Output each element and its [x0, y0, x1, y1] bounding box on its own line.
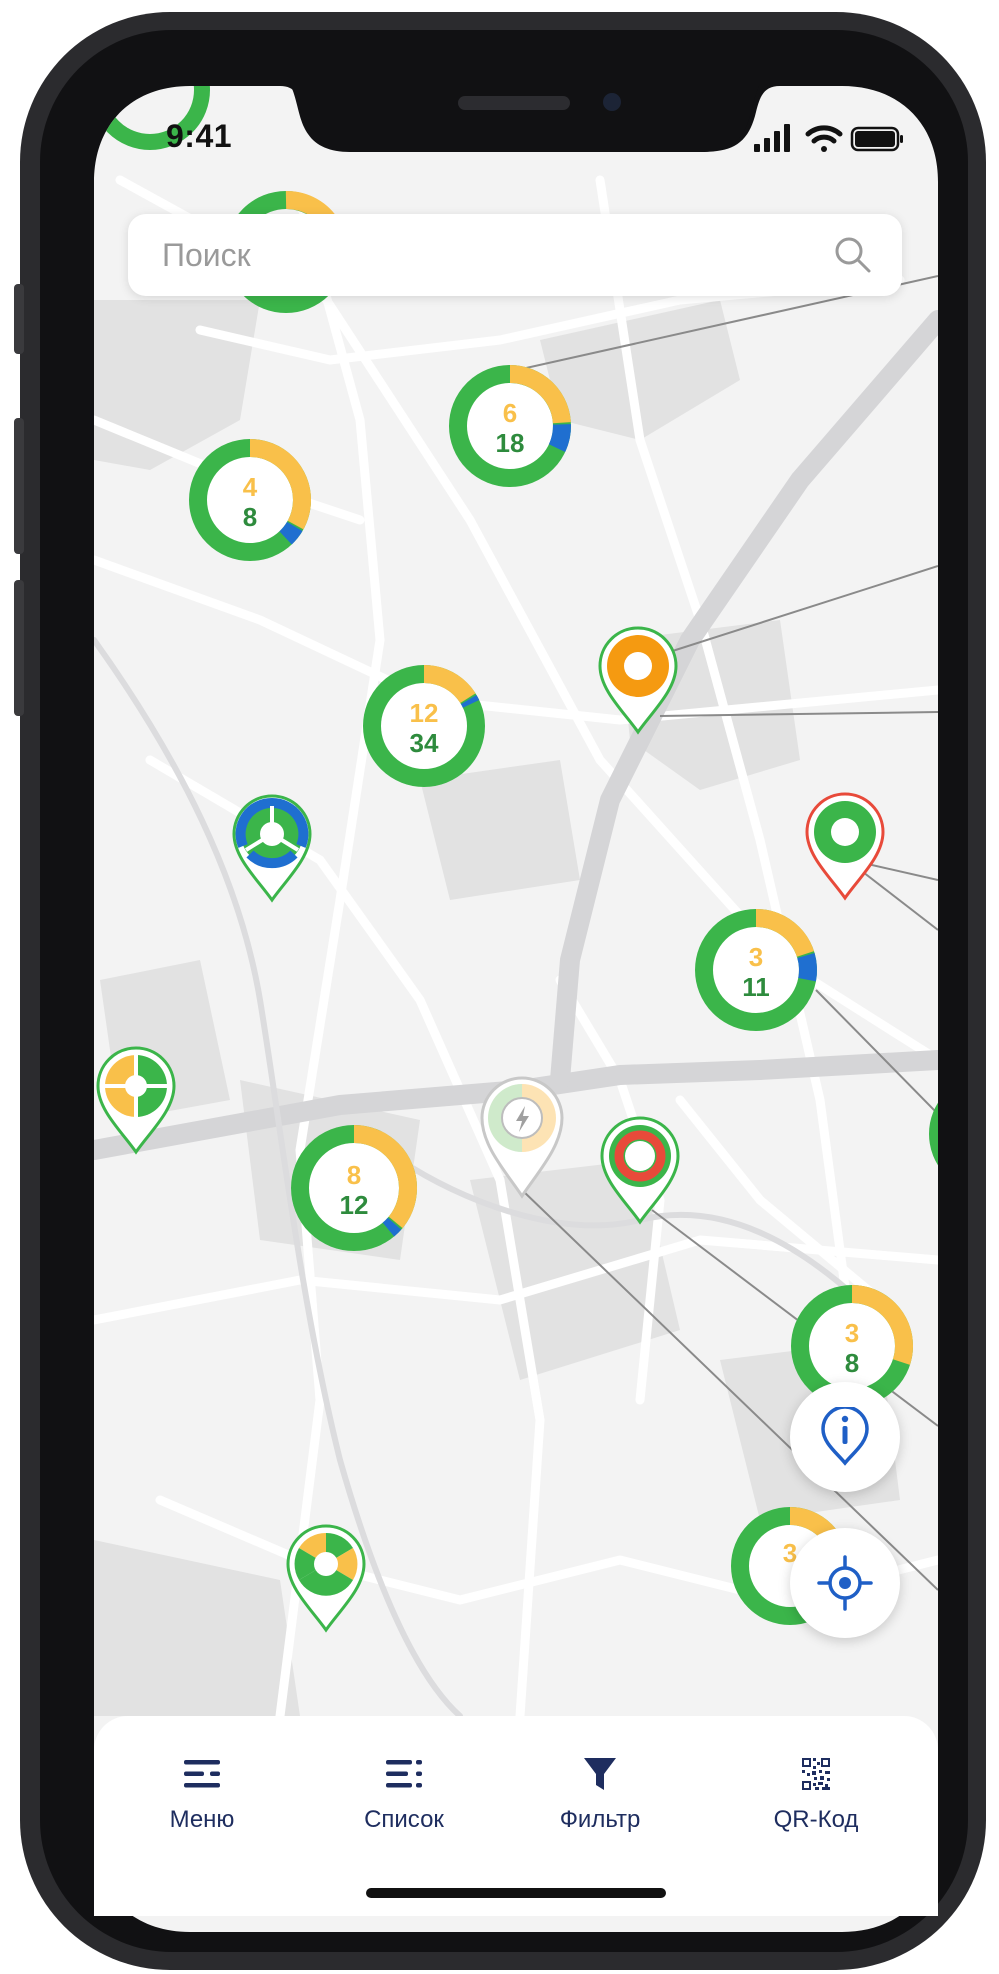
cluster-ring-charging	[382, 1217, 402, 1237]
cluster-total-count: 8	[845, 1348, 859, 1378]
cluster-busy-count: 8	[347, 1160, 361, 1190]
tab-menu-label: Меню	[169, 1806, 235, 1833]
cluster-busy-count: 6	[503, 398, 517, 428]
speaker-grille	[458, 96, 570, 110]
tab-list[interactable]: Список	[314, 1738, 494, 1848]
list-icon	[386, 1760, 422, 1788]
cluster-total-count: 34	[410, 728, 439, 758]
cluster-total-count: 12	[340, 1190, 369, 1220]
search-input[interactable]	[162, 232, 782, 278]
filter-icon	[584, 1758, 616, 1790]
cluster-total-count: 8	[243, 502, 257, 532]
cluster-marker[interactable]: 1234	[363, 665, 485, 787]
cluster-busy-count: 3	[749, 942, 763, 972]
tab-qr-code-label: QR-Код	[773, 1806, 859, 1833]
qr-code-icon	[801, 1757, 831, 1791]
side-button	[14, 580, 24, 716]
cluster-marker[interactable]: 812	[291, 1125, 417, 1251]
cluster-busy-count: 12	[410, 698, 439, 728]
side-button	[14, 418, 24, 554]
cluster-busy-count: 4	[243, 472, 258, 502]
locate-button[interactable]	[790, 1528, 900, 1638]
phone-frame: 618481234311812383	[14, 12, 986, 1970]
info-button[interactable]	[790, 1382, 900, 1492]
front-camera	[603, 93, 621, 111]
cluster-ring-charging	[797, 952, 817, 982]
status-time: 9:41	[166, 118, 233, 154]
tab-list-label: Список	[364, 1806, 444, 1833]
tab-filter-label: Фильтр	[559, 1806, 641, 1833]
cluster-marker[interactable]: 311	[695, 909, 817, 1031]
search-icon[interactable]	[832, 234, 874, 276]
home-indicator	[366, 1888, 666, 1898]
cluster-ring-charging	[279, 521, 303, 545]
cluster-total-count: 18	[496, 428, 525, 458]
tab-qr-code[interactable]: QR-Код	[726, 1738, 906, 1848]
cluster-marker[interactable]: 48	[189, 439, 311, 561]
tab-filter[interactable]: Фильтр	[510, 1738, 690, 1848]
info-icon	[821, 1407, 869, 1466]
cluster-busy-count: 3	[845, 1318, 859, 1348]
cluster-ring-charging	[460, 694, 480, 708]
cluster-ring-charging	[548, 424, 571, 452]
locate-icon	[817, 1555, 873, 1611]
cluster-marker[interactable]: 618	[449, 365, 571, 487]
search-bar[interactable]	[128, 214, 902, 296]
cluster-total-count: 11	[742, 972, 770, 1002]
phone-notch	[290, 84, 760, 152]
bottom-tab-bar: Меню Список Фильтр QR-Код	[94, 1716, 938, 1916]
tab-menu[interactable]: Меню	[112, 1738, 292, 1848]
menu-icon	[184, 1760, 220, 1788]
side-button	[14, 284, 24, 354]
